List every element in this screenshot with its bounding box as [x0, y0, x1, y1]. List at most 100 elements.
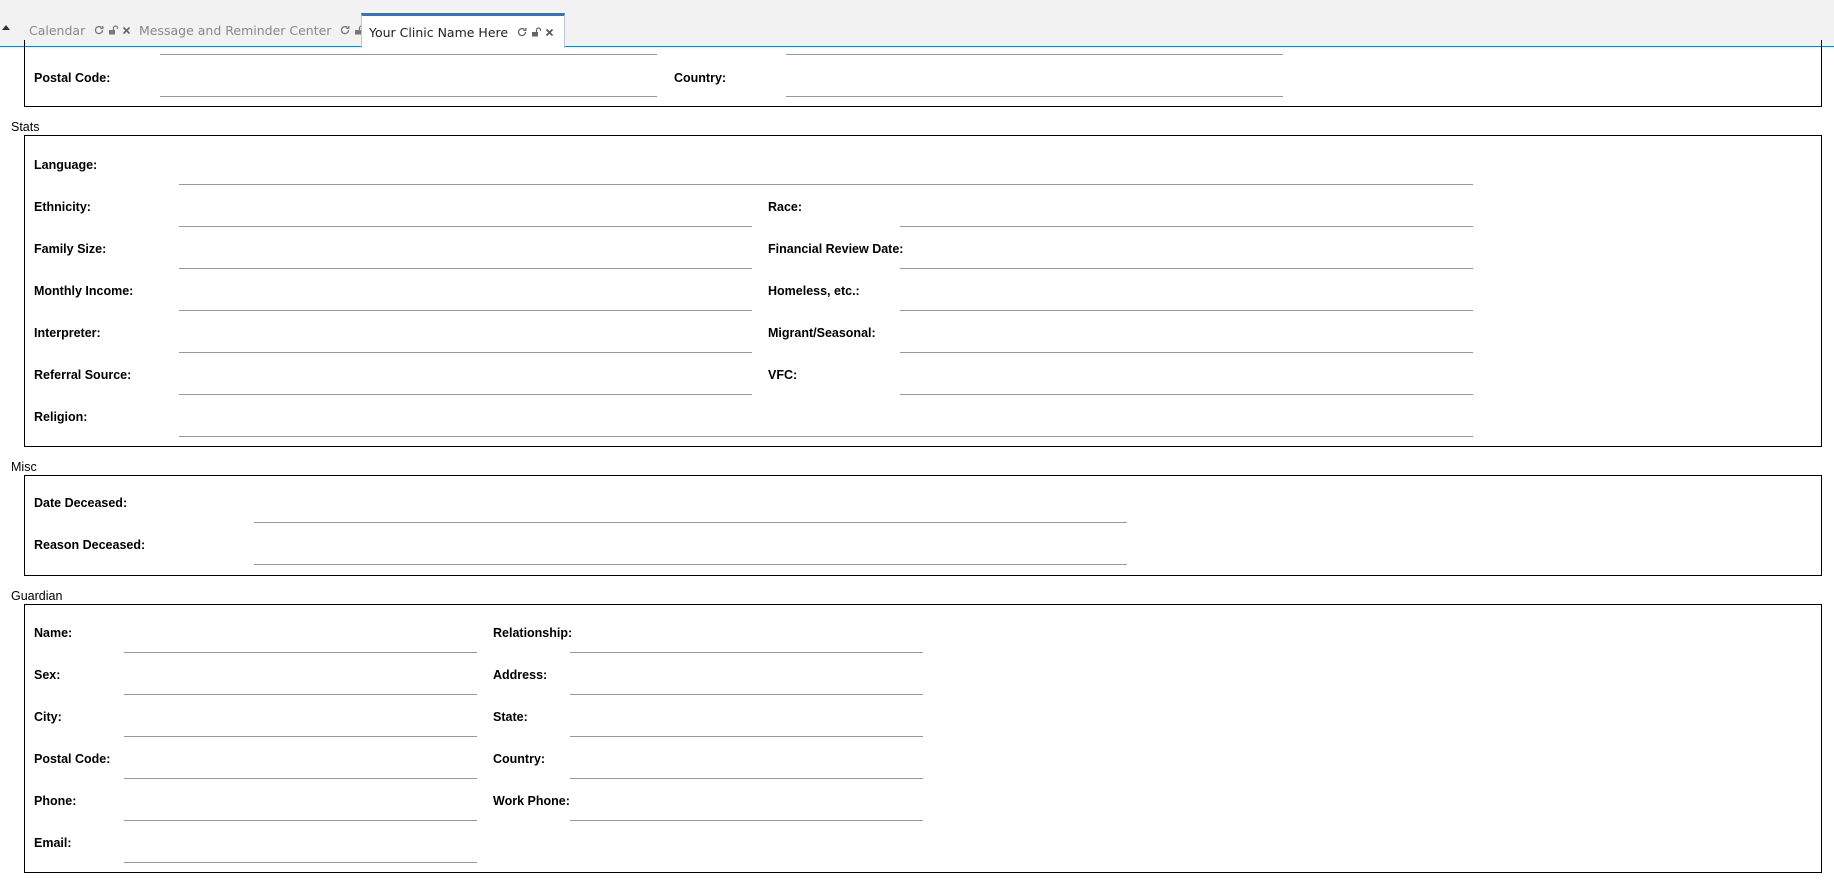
race-input[interactable]: [900, 203, 1473, 225]
monthly-income-field[interactable]: [179, 287, 752, 311]
guardian-state-field[interactable]: [570, 713, 923, 737]
guardian-relationship-input[interactable]: [570, 629, 923, 651]
guardian-postal-code-input[interactable]: [124, 755, 477, 777]
vfc-label: VFC:: [768, 368, 798, 382]
guardian-fieldset: Name: Relationship: Sex: Address: City: …: [24, 604, 1822, 873]
family-size-input[interactable]: [179, 245, 752, 267]
guardian-city-field[interactable]: [124, 713, 477, 737]
guardian-state-label: State:: [493, 710, 528, 724]
family-size-label: Family Size:: [34, 242, 107, 256]
reason-deceased-field[interactable]: [254, 541, 1127, 565]
guardian-work-phone-input[interactable]: [570, 797, 923, 819]
misc-section-title: Misc: [11, 460, 37, 474]
referral-source-label: Referral Source:: [34, 368, 132, 382]
address-fieldset: Postal Code: Country:: [24, 40, 1822, 107]
family-size-field[interactable]: [179, 245, 752, 269]
language-label: Language:: [34, 158, 98, 172]
reason-deceased-input[interactable]: [254, 541, 1127, 563]
address-field-upper-right[interactable]: [786, 54, 1283, 55]
guardian-postal-code-label: Postal Code:: [34, 752, 111, 766]
reason-deceased-label: Reason Deceased:: [34, 538, 146, 552]
guardian-name-label: Name:: [34, 626, 73, 640]
unlock-icon[interactable]: [531, 27, 542, 37]
ethnicity-label: Ethnicity:: [34, 200, 91, 214]
migrant-seasonal-field[interactable]: [900, 329, 1473, 353]
guardian-relationship-label: Relationship:: [493, 626, 573, 640]
guardian-country-input[interactable]: [570, 755, 923, 777]
refresh-icon[interactable]: [517, 27, 527, 37]
language-field[interactable]: [179, 161, 1473, 185]
guardian-country-label: Country:: [493, 752, 546, 766]
guardian-email-label: Email:: [34, 836, 72, 850]
guardian-name-field[interactable]: [124, 629, 477, 653]
date-deceased-field[interactable]: [254, 499, 1127, 523]
monthly-income-label: Monthly Income:: [34, 284, 134, 298]
country-field[interactable]: [786, 73, 1283, 97]
guardian-work-phone-field[interactable]: [570, 797, 923, 821]
guardian-relationship-field[interactable]: [570, 629, 923, 653]
guardian-phone-input[interactable]: [124, 797, 477, 819]
guardian-city-label: City:: [34, 710, 62, 724]
ethnicity-input[interactable]: [179, 203, 752, 225]
vfc-input[interactable]: [900, 371, 1473, 393]
religion-input[interactable]: [179, 413, 1473, 435]
language-input[interactable]: [179, 161, 1473, 183]
guardian-name-input[interactable]: [124, 629, 477, 651]
financial-review-date-label: Financial Review Date:: [768, 242, 904, 256]
date-deceased-input[interactable]: [254, 499, 1127, 521]
race-field[interactable]: [900, 203, 1473, 227]
guardian-sex-field[interactable]: [124, 671, 477, 695]
address-field-upper-left[interactable]: [160, 54, 657, 55]
stats-fieldset: Language: Ethnicity: Race: Family Size: …: [24, 135, 1822, 447]
close-icon[interactable]: [122, 26, 131, 35]
interpreter-field[interactable]: [179, 329, 752, 353]
guardian-state-input[interactable]: [570, 713, 923, 735]
postal-code-input[interactable]: [160, 73, 657, 95]
interpreter-input[interactable]: [179, 329, 752, 351]
postal-code-label: Postal Code:: [34, 71, 111, 85]
close-icon[interactable]: [545, 28, 554, 37]
interpreter-label: Interpreter:: [34, 326, 101, 340]
monthly-income-input[interactable]: [179, 287, 752, 309]
migrant-seasonal-input[interactable]: [900, 329, 1473, 351]
guardian-sex-input[interactable]: [124, 671, 477, 693]
refresh-icon[interactable]: [340, 25, 350, 35]
stats-section-title: Stats: [11, 120, 40, 134]
referral-source-input[interactable]: [179, 371, 752, 393]
guardian-work-phone-label: Work Phone:: [493, 794, 570, 808]
ethnicity-field[interactable]: [179, 203, 752, 227]
vfc-field[interactable]: [900, 371, 1473, 395]
guardian-sex-label: Sex:: [34, 668, 61, 682]
misc-fieldset: Date Deceased: Reason Deceased:: [24, 475, 1822, 576]
guardian-postal-code-field[interactable]: [124, 755, 477, 779]
unlock-icon[interactable]: [108, 25, 119, 35]
guardian-address-field[interactable]: [570, 671, 923, 695]
financial-review-date-field[interactable]: [900, 245, 1473, 269]
tab-label: Your Clinic Name Here: [369, 24, 509, 40]
guardian-city-input[interactable]: [124, 713, 477, 735]
religion-field[interactable]: [179, 413, 1473, 437]
guardian-email-input[interactable]: [124, 839, 477, 861]
guardian-email-field[interactable]: [124, 839, 477, 863]
tab-label: Message and Reminder Center: [139, 22, 332, 38]
guardian-address-label: Address:: [493, 668, 548, 682]
country-label: Country:: [674, 71, 727, 85]
guardian-address-input[interactable]: [570, 671, 923, 693]
migrant-seasonal-label: Migrant/Seasonal:: [768, 326, 876, 340]
homeless-field[interactable]: [900, 287, 1473, 311]
race-label: Race:: [768, 200, 803, 214]
homeless-label: Homeless, etc.:: [768, 284, 860, 298]
refresh-icon[interactable]: [94, 25, 104, 35]
country-input[interactable]: [786, 73, 1283, 95]
date-deceased-label: Date Deceased:: [34, 496, 128, 510]
religion-label: Religion:: [34, 410, 88, 424]
financial-review-date-input[interactable]: [900, 245, 1473, 267]
tab-label: Calendar: [29, 22, 86, 38]
guardian-phone-field[interactable]: [124, 797, 477, 821]
guardian-section-title: Guardian: [11, 589, 63, 603]
homeless-input[interactable]: [900, 287, 1473, 309]
guardian-country-field[interactable]: [570, 755, 923, 779]
caret-up-icon[interactable]: [2, 25, 10, 30]
referral-source-field[interactable]: [179, 371, 752, 395]
postal-code-field[interactable]: [160, 73, 657, 97]
